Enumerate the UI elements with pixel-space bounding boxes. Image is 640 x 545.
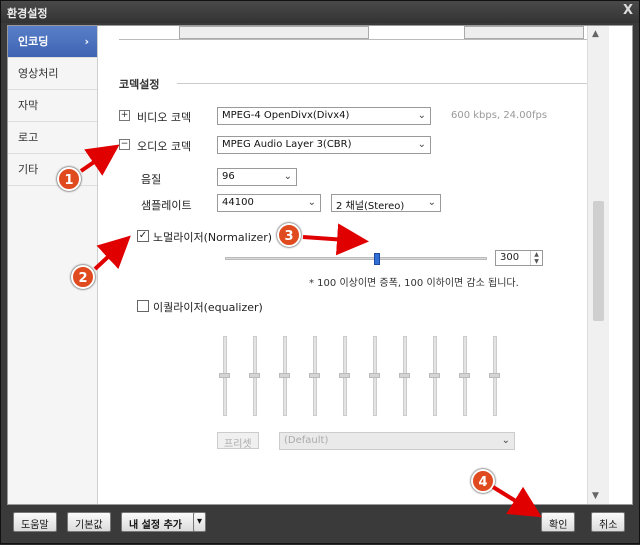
- arrow-4: [491, 485, 542, 518]
- annotation-arrows: [79, 144, 542, 518]
- arrow-1: [79, 144, 120, 176]
- settings-window: 환경설정 X 인코딩 › 영상처리 자막 로고 기타 코덱설정 + 비디오 코덱: [0, 0, 640, 544]
- arrow-3: [302, 223, 369, 256]
- arrow-2: [93, 235, 131, 271]
